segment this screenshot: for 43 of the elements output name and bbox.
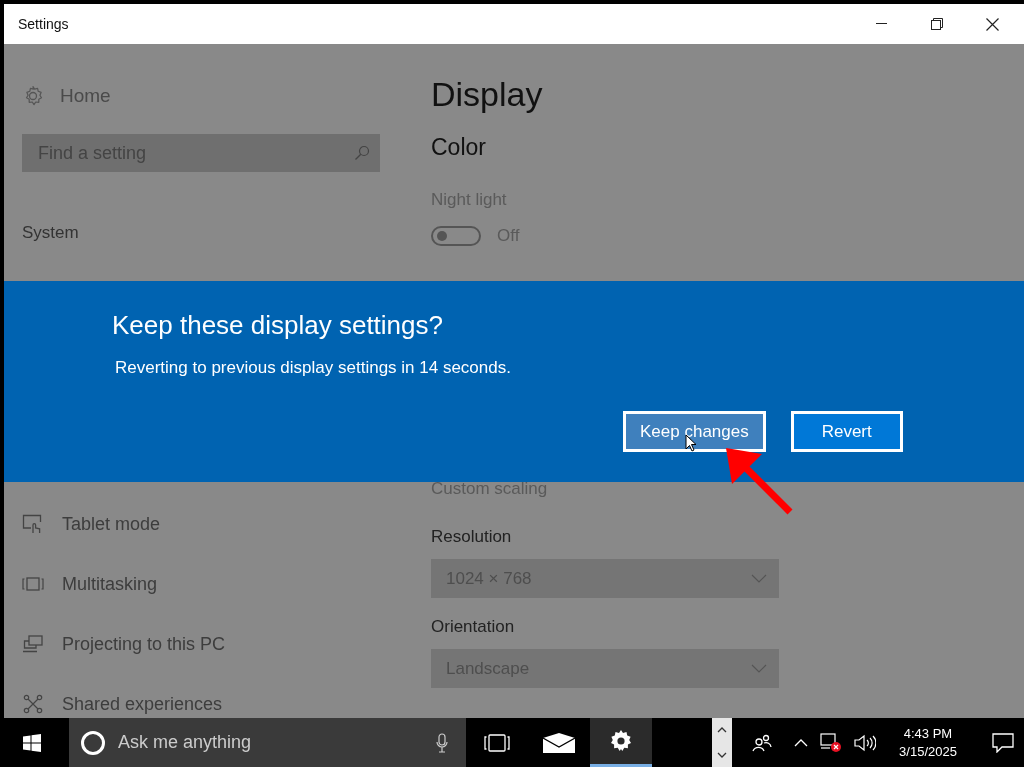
microphone-icon [436,733,448,753]
minimize-icon[interactable] [876,23,888,25]
people-icon[interactable] [752,733,772,752]
network-disconnected-icon[interactable] [820,732,842,753]
gear-icon [609,729,633,753]
dialog-message: Reverting to previous display settings in 14 seconds. [115,358,511,378]
taskbar-app[interactable] [590,718,652,767]
window-title: Settings [18,16,69,32]
windows-logo-icon[interactable] [23,733,41,752]
clock-time[interactable]: 4:43 PM [903,724,953,743]
multitasking-icon [22,577,44,591]
chevron-down-icon [751,664,767,673]
chevron-up-icon[interactable] [717,727,727,734]
home-link[interactable]: Home [60,85,111,107]
section-heading: System [22,222,80,244]
keep-button[interactable]: Keep changes [623,411,766,452]
sidebar-item[interactable]: Projecting to this PC [62,633,226,655]
envelope-icon [543,732,575,753]
projecting-icon [22,635,44,653]
annotation-arrow-icon [724,446,794,516]
sidebar-item[interactable]: Shared experiences [62,693,223,715]
page-title: Display [431,74,543,114]
setting-label: Resolution [431,526,512,548]
task-view-icon [484,733,510,752]
dialog-title: Keep these display settings? [112,310,443,341]
setting-label: Orientation [431,616,515,638]
chevron-down-icon [751,574,767,583]
restore-icon[interactable] [931,18,943,30]
toggle-switch[interactable] [431,226,481,246]
circle-icon [80,730,106,756]
sidebar-item[interactable]: Tablet mode [62,513,161,535]
speaker-icon[interactable] [854,733,876,752]
tablet-touch-icon [22,514,44,534]
notifications-icon[interactable] [992,732,1014,753]
close-icon[interactable] [986,17,999,31]
chevron-down-icon[interactable] [717,751,727,758]
sidebar-item[interactable]: Multitasking [62,573,158,595]
section-heading: Color [431,133,486,162]
search-field[interactable]: Ask me anything [69,718,466,767]
search-icon [354,145,370,161]
clock-date[interactable]: 3/15/2025 [899,742,957,761]
network-nodes-icon [22,694,44,714]
revert-button[interactable]: Revert [790,411,903,452]
